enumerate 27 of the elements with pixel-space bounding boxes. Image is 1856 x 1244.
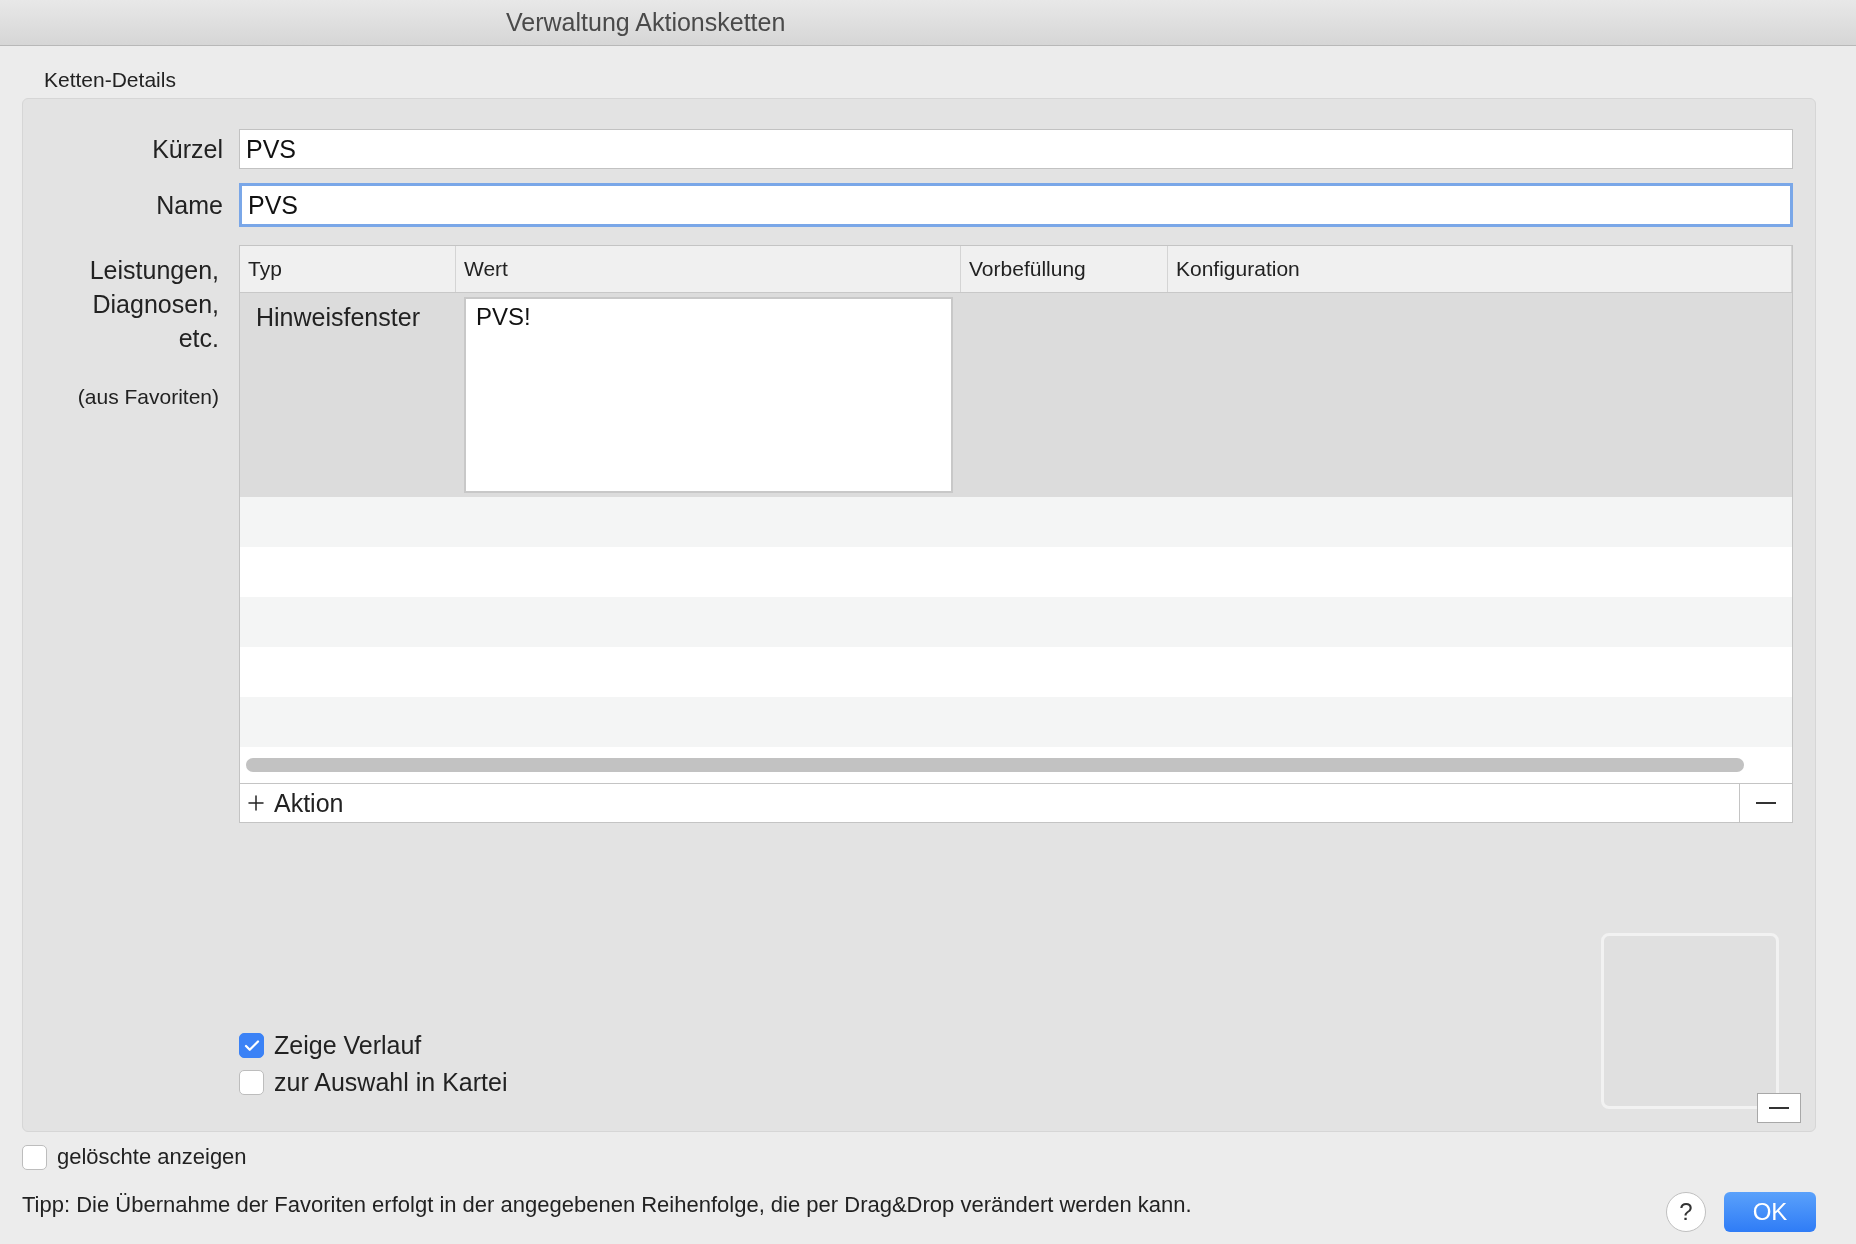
checkbox-label: gelöschte anzeigen	[57, 1144, 247, 1170]
checkbox[interactable]	[239, 1033, 264, 1058]
checkbox[interactable]	[239, 1070, 264, 1095]
input-field[interactable]: PVS	[239, 129, 1793, 169]
field-label: Kürzel	[151, 134, 224, 164]
table-row[interactable]: Hinweisfenster PVS!	[240, 293, 1792, 497]
remove-image-button[interactable]	[1757, 1093, 1801, 1123]
value-text-area[interactable]: PVS!	[464, 297, 953, 493]
group-title: Ketten-Details	[44, 68, 177, 92]
actions-label: Leistungen, Diagnosen, etc.	[88, 255, 219, 354]
checkbox[interactable]	[22, 1144, 47, 1170]
checkbox-label: zur Auswahl in Kartei	[274, 1068, 508, 1097]
input-field[interactable]: PVS	[239, 183, 1793, 227]
column-header[interactable]: Wert	[456, 246, 961, 292]
favorites-note: (aus Favoriten)	[77, 385, 219, 409]
column-header[interactable]: Konfiguration	[1168, 246, 1792, 292]
column-header[interactable]: Vorbefüllung	[961, 246, 1168, 292]
minus-icon	[1756, 802, 1776, 804]
minus-icon	[1769, 1107, 1789, 1109]
column-header[interactable]: Typ	[240, 246, 456, 292]
help-button[interactable]: ?	[1666, 1192, 1706, 1232]
tip-text: Tipp: Die Übernahme der Favoriten erfolgt in der angegebenen Reihenfolge, die per Drag&Drop verändert werden kann.	[22, 1192, 1192, 1218]
scrollbar-thumb[interactable]	[246, 758, 1744, 772]
field-label: Name	[155, 190, 224, 220]
window-title: Verwaltung Aktionsketten	[506, 8, 786, 37]
checkbox-label: Zeige Verlauf	[274, 1031, 422, 1060]
table-cell-text: Hinweisfenster	[255, 302, 421, 333]
